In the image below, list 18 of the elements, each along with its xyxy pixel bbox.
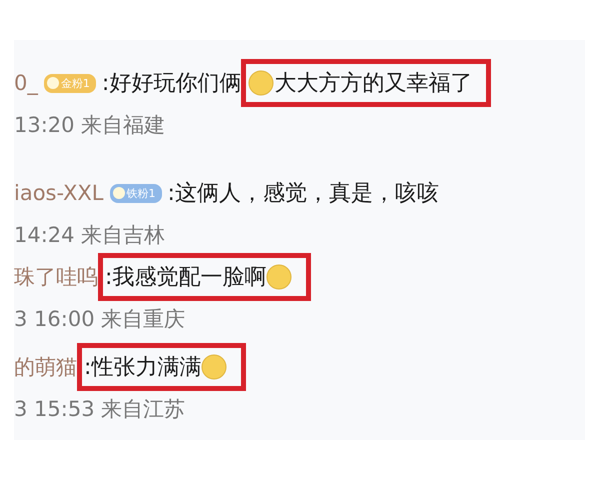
comment-meta: 13:20 来自福建	[14, 112, 166, 139]
emoji-icon	[248, 70, 274, 96]
comment-meta: 3 15:53 来自江苏	[14, 396, 186, 423]
comment-text: :性张力满满	[84, 354, 202, 382]
username[interactable]: iaos-XXL	[14, 181, 104, 205]
username[interactable]: 0_	[14, 71, 38, 95]
comment-text: 大大方方的又幸福了	[274, 70, 472, 98]
comment-text: :这俩人，感觉，真是，咳咳	[168, 180, 439, 208]
comment-meta: 3 16:00 来自重庆	[14, 306, 186, 333]
comment-text: :我感觉配一脸啊	[105, 264, 266, 292]
comment-meta: 14:24 来自吉林	[14, 222, 166, 249]
comment-text: :好好玩你们俩	[102, 70, 242, 98]
fan-badge: 金粉1	[44, 74, 96, 92]
fan-badge: 铁粉1	[110, 184, 162, 202]
username[interactable]: 的萌猫	[14, 353, 77, 381]
emoji-icon	[201, 354, 228, 380]
username[interactable]: 珠了哇呜	[14, 263, 98, 291]
emoji-icon	[266, 264, 292, 290]
